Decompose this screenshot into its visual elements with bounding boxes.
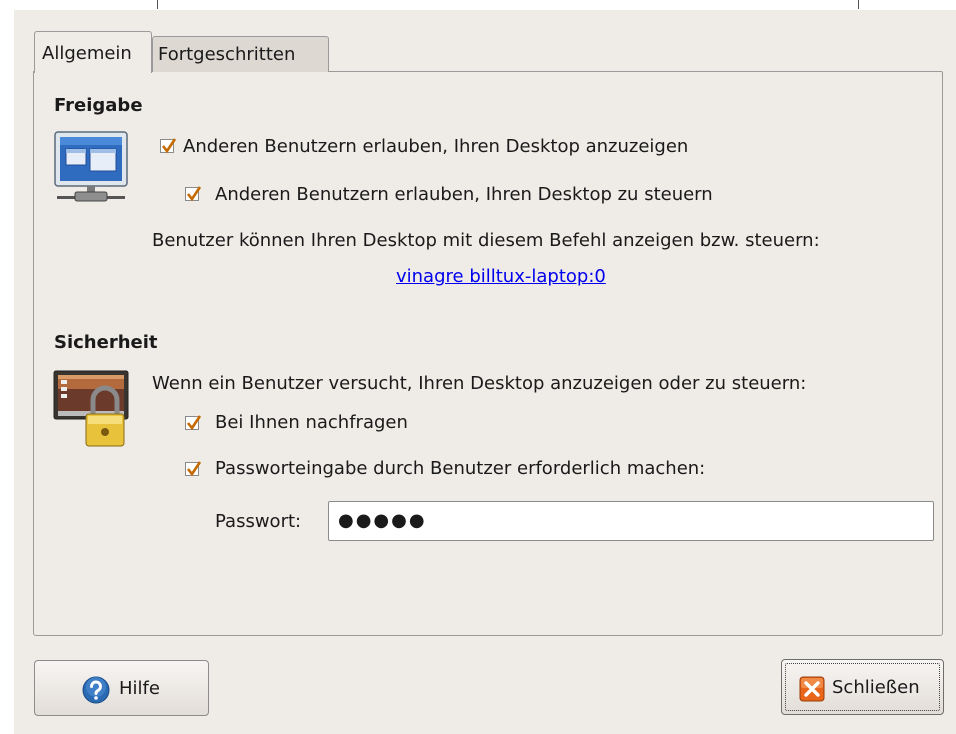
require-password-label[interactable]: Passworteingabe durch Benutzer erforderl… xyxy=(215,458,705,479)
allow-view-label[interactable]: Anderen Benutzern erlauben, Ihren Deskto… xyxy=(183,136,688,157)
command-hint: Benutzer können Ihren Desktop mit diesem… xyxy=(152,230,820,251)
password-input[interactable]: ●●●●● xyxy=(328,501,934,541)
section-heading-sharing: Freigabe xyxy=(54,95,143,116)
help-button-label: Hilfe xyxy=(119,678,160,699)
password-value: ●●●●● xyxy=(338,510,427,531)
ask-checkbox[interactable] xyxy=(185,415,202,431)
section-heading-security: Sicherheit xyxy=(54,332,158,353)
allow-control-label[interactable]: Anderen Benutzern erlauben, Ihren Deskto… xyxy=(215,184,713,205)
help-icon xyxy=(82,676,110,709)
close-icon xyxy=(799,676,825,707)
security-intro: Wenn ein Benutzer versucht, Ihren Deskto… xyxy=(152,373,807,394)
allow-view-checkbox[interactable] xyxy=(160,138,177,154)
close-button-label: Schließen xyxy=(832,677,920,698)
monitor-network-icon xyxy=(53,131,129,211)
allow-control-checkbox[interactable] xyxy=(185,186,202,202)
password-label: Passwort: xyxy=(215,511,302,532)
screen-lock-icon xyxy=(53,370,133,452)
require-password-checkbox[interactable] xyxy=(185,461,202,477)
close-button[interactable]: Schließen xyxy=(781,659,944,715)
help-button[interactable]: Hilfe xyxy=(34,660,209,716)
command-link[interactable]: vinagre billtux-laptop:0 xyxy=(396,266,606,287)
ask-label[interactable]: Bei Ihnen nachfragen xyxy=(215,412,408,433)
